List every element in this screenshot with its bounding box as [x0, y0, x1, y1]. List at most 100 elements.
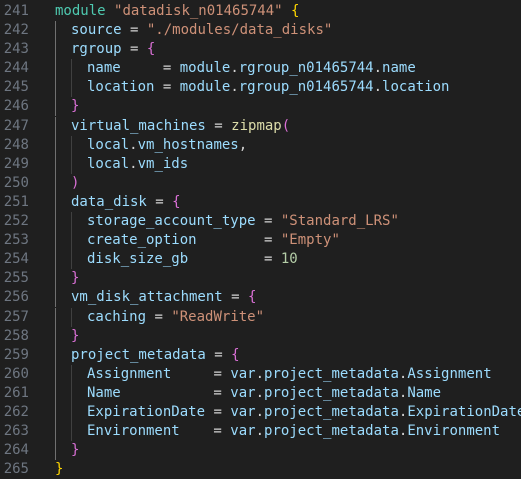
code-line[interactable]: 253 create_option = "Empty": [0, 231, 521, 251]
code-token: .: [230, 79, 239, 96]
indent-guide: [55, 135, 56, 155]
indent-guide: [55, 441, 56, 461]
code-line[interactable]: 247 virtual_machines = zipmap(: [0, 116, 521, 136]
indent-guide: [71, 154, 72, 174]
line-number: 263: [3, 423, 29, 440]
line-number: 255: [3, 270, 29, 287]
code-line[interactable]: 249 local.vm_ids: [0, 154, 521, 174]
code-token: var: [230, 403, 256, 420]
code-token: rgroup_n01465744: [238, 79, 374, 96]
line-number: 241: [3, 3, 29, 19]
code-line[interactable]: 255}: [0, 269, 521, 289]
code-token: {: [172, 193, 181, 210]
indent-guide: [55, 402, 56, 422]
code-token: location: [87, 79, 155, 96]
code-token: Environment: [87, 423, 180, 440]
code-line[interactable]: 244 name = module.rgroup_n01465744.name: [0, 59, 521, 79]
code-line[interactable]: 243 rgroup = {: [0, 40, 521, 60]
code-token: =: [121, 22, 147, 39]
code-line[interactable]: 264}: [0, 441, 521, 461]
code-token: .: [373, 60, 383, 77]
code-token: Name: [407, 384, 442, 401]
code-line[interactable]: 254 disk_size_gb = 10: [0, 250, 521, 270]
indent-guide: [55, 364, 56, 384]
code-token: =: [146, 308, 172, 325]
code-token: "Empty": [280, 232, 340, 249]
code-token: .: [129, 155, 138, 172]
indent-guide: [55, 212, 56, 232]
code-line[interactable]: 248 local.vm_hostnames,: [0, 135, 521, 155]
code-line[interactable]: 257 caching = "ReadWrite": [0, 307, 521, 327]
code-token: name: [382, 60, 416, 77]
code-line[interactable]: 256 vm_disk_attachment = {: [0, 288, 521, 308]
code-token: vm_ids: [137, 155, 189, 172]
code-token: =: [120, 60, 180, 77]
code-token: ,: [238, 136, 248, 153]
code-token: {: [146, 41, 156, 58]
line-number: 252: [3, 213, 29, 230]
code-line[interactable]: 246}: [0, 97, 521, 117]
line-number: 242: [3, 22, 29, 39]
code-token: "ReadWrite": [171, 308, 265, 325]
code-line[interactable]: 261 Name = var.project_metadata.Name: [0, 383, 521, 403]
code-token: =: [205, 117, 232, 134]
code-text: ): [71, 174, 79, 193]
code-text: ExpirationDate = var.project_metadata.Ex…: [87, 403, 521, 422]
code-line[interactable]: 250): [0, 173, 521, 193]
code-token: }: [71, 98, 80, 115]
line-number: 245: [3, 79, 29, 96]
line-number: 246: [3, 98, 29, 115]
code-token: virtual_machines: [71, 117, 206, 134]
code-token: zipmap: [231, 117, 282, 134]
code-text: source = "./modules/data_disks": [71, 21, 332, 40]
line-number: 262: [3, 403, 29, 420]
line-number: 254: [3, 251, 29, 268]
code-text: vm_disk_attachment = {: [71, 288, 256, 307]
line-number: 258: [3, 327, 29, 344]
indent-guide: [71, 250, 72, 270]
code-text: }: [71, 327, 79, 346]
code-token: project_metadata: [264, 384, 399, 401]
code-token: rgroup: [71, 41, 122, 58]
code-token: "./modules/data_disks": [146, 22, 333, 39]
code-text: virtual_machines = zipmap(: [71, 117, 290, 136]
indent-guide: [55, 154, 56, 174]
code-line[interactable]: 245 location = module.rgroup_n01465744.lo…: [0, 78, 521, 98]
code-line[interactable]: 259 project_metadata = {: [0, 345, 521, 365]
code-text: Assignment = var.project_metadata.Assign…: [87, 365, 492, 384]
code-token: local: [87, 136, 130, 153]
code-line[interactable]: 241 module "datadisk_n01465744" {: [0, 2, 521, 21]
code-line[interactable]: 251 data_disk = {: [0, 192, 521, 212]
code-line[interactable]: 262 ExpirationDate = var.project_metadata…: [0, 402, 521, 422]
code-line[interactable]: 265}: [0, 460, 521, 479]
code-line[interactable]: 258}: [0, 326, 521, 346]
code-token: var: [230, 384, 256, 401]
code-text: }: [71, 269, 79, 288]
line-number: 249: [3, 155, 29, 172]
indent-guide: [55, 192, 56, 212]
code-token: {: [291, 3, 300, 19]
line-number: 250: [3, 174, 29, 191]
code-text: caching = "ReadWrite": [87, 308, 264, 327]
code-token: .: [255, 365, 265, 382]
code-text: location = module.rgroup_n01465744.locat…: [87, 78, 449, 97]
indent-guide: [55, 422, 56, 442]
code-editor[interactable]: 241 module "datadisk_n01465744" { 242 sourc…: [0, 0, 521, 477]
code-token: ): [71, 174, 80, 191]
indent-guide: [71, 307, 72, 327]
code-line[interactable]: 242 source = "./modules/data_disks": [0, 21, 521, 41]
line-number: 257: [3, 308, 29, 325]
line-number: 260: [3, 365, 29, 382]
code-text: rgroup = {: [71, 40, 155, 59]
code-token: =: [171, 365, 231, 382]
code-token: location: [382, 79, 450, 96]
code-token: }: [71, 270, 80, 287]
line-number: 256: [3, 289, 29, 306]
code-line[interactable]: 252 storage_account_type = "Standard_LRS": [0, 212, 521, 232]
indent-guide: [55, 78, 56, 98]
code-line[interactable]: 260 Assignment = var.project_metadata.Ass…: [0, 364, 521, 384]
indent-guide: [55, 326, 56, 346]
code-token: project_metadata: [264, 403, 399, 420]
code-text: module "datadisk_n01465744" {: [55, 2, 299, 21]
code-line[interactable]: 263 Environment = var.project_metadata.En…: [0, 422, 521, 442]
